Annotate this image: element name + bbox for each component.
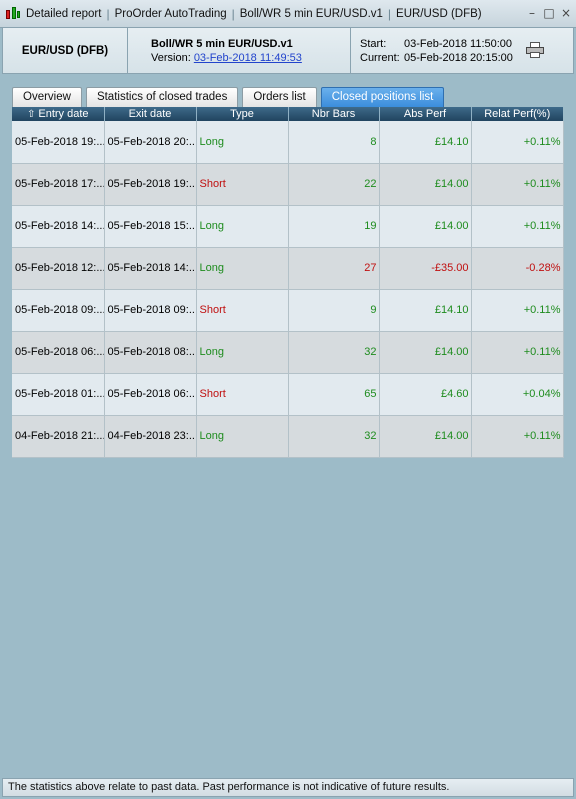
title-segment-module: ProOrder AutoTrading [114, 7, 227, 20]
abs-perf-cell: £14.00 [379, 205, 472, 248]
entry-date-cell: 05-Feb-2018 06:... [12, 331, 105, 374]
version-row: Version: 03-Feb-2018 11:49:53 [151, 51, 350, 65]
entry-date-cell: 05-Feb-2018 12:... [12, 247, 105, 290]
column-header-entry-date[interactable]: ⇧ Entry date [12, 107, 104, 121]
title-segment-strategy: Boll/WR 5 min EUR/USD.v1 [239, 7, 383, 20]
relat-perf-cell: +0.11% [471, 121, 564, 164]
table-row[interactable]: 05-Feb-2018 17:... 05-Feb-2018 19:... Sh… [12, 163, 564, 206]
abs-perf-cell: -£35.00 [379, 247, 472, 290]
relat-perf-cell: +0.11% [471, 415, 564, 458]
sort-ascending-icon: ⇧ [26, 108, 36, 120]
tab-overview[interactable]: Overview [12, 87, 82, 107]
entry-date-cell: 05-Feb-2018 17:... [12, 163, 105, 206]
closed-positions-table: ⇧ Entry date Exit date Type Nbr Bars Abs … [12, 107, 564, 458]
abs-perf-cell: £14.10 [379, 121, 472, 164]
column-header-nbr-bars[interactable]: Nbr Bars [287, 107, 379, 121]
column-header-relat-perf[interactable]: Relat Perf(%) [470, 107, 563, 121]
title-separator: | [106, 6, 110, 21]
instrument-name: EUR/USD (DFB) [3, 28, 128, 73]
abs-perf-cell: £14.00 [379, 331, 472, 374]
relat-perf-cell: +0.11% [471, 289, 564, 332]
type-cell: Long [196, 415, 289, 458]
minimize-icon[interactable]: – [526, 6, 538, 20]
printer-icon[interactable] [526, 42, 544, 58]
report-header: EUR/USD (DFB) Boll/WR 5 min EUR/USD.v1 V… [2, 28, 574, 74]
table-row[interactable]: 04-Feb-2018 21:... 04-Feb-2018 23:... Lo… [12, 415, 564, 458]
exit-date-cell: 05-Feb-2018 09:... [104, 289, 197, 332]
version-label: Version: [151, 52, 191, 64]
abs-perf-cell: £4.60 [379, 373, 472, 416]
exit-date-cell: 05-Feb-2018 20:... [104, 121, 197, 164]
abs-perf-cell: £14.10 [379, 289, 472, 332]
type-cell: Short [196, 289, 289, 332]
current-label: Current: [360, 52, 400, 64]
table-row[interactable]: 05-Feb-2018 12:... 05-Feb-2018 14:... Lo… [12, 247, 564, 290]
title-segment-report: Detailed report [26, 7, 102, 20]
candlestick-chart-icon [4, 5, 22, 23]
nbr-bars-cell: 8 [288, 121, 380, 164]
relat-perf-cell: +0.11% [471, 205, 564, 248]
strategy-name: Boll/WR 5 min EUR/USD.v1 [151, 38, 293, 50]
title-bar: Detailed report | ProOrder AutoTrading |… [0, 0, 576, 28]
abs-perf-cell: £14.00 [379, 415, 472, 458]
nbr-bars-cell: 19 [288, 205, 380, 248]
exit-date-cell: 05-Feb-2018 19:... [104, 163, 197, 206]
type-cell: Long [196, 247, 289, 290]
maximize-icon[interactable]: □ [543, 6, 555, 20]
table-row[interactable]: 05-Feb-2018 01:... 05-Feb-2018 06:... Sh… [12, 373, 564, 416]
entry-date-cell: 05-Feb-2018 09:... [12, 289, 105, 332]
type-cell: Long [196, 331, 289, 374]
abs-perf-cell: £14.00 [379, 163, 472, 206]
report-tabs: Overview Statistics of closed trades Ord… [12, 87, 448, 107]
exit-date-cell: 05-Feb-2018 08:... [104, 331, 197, 374]
title-segment-instrument: EUR/USD (DFB) [396, 7, 482, 20]
type-cell: Short [196, 373, 289, 416]
type-cell: Long [196, 121, 289, 164]
nbr-bars-cell: 32 [288, 415, 380, 458]
nbr-bars-cell: 27 [288, 247, 380, 290]
disclaimer-status-bar: The statistics above relate to past data… [2, 778, 574, 797]
table-header-row: ⇧ Entry date Exit date Type Nbr Bars Abs … [12, 107, 563, 121]
exit-date-cell: 05-Feb-2018 14:... [104, 247, 197, 290]
close-icon[interactable]: × [560, 6, 572, 20]
column-header-exit-date[interactable]: Exit date [103, 107, 196, 121]
exit-date-cell: 05-Feb-2018 15:... [104, 205, 197, 248]
table-row[interactable]: 05-Feb-2018 06:... 05-Feb-2018 08:... Lo… [12, 331, 564, 374]
entry-date-cell: 05-Feb-2018 01:... [12, 373, 105, 416]
title-separator: | [231, 6, 235, 21]
tab-statistics-closed-trades[interactable]: Statistics of closed trades [85, 87, 239, 107]
entry-date-cell: 05-Feb-2018 19:... [12, 121, 105, 164]
relat-perf-cell: +0.11% [471, 331, 564, 374]
current-value: 05-Feb-2018 20:15:00 [404, 52, 513, 64]
nbr-bars-cell: 22 [288, 163, 380, 206]
relat-perf-cell: +0.11% [471, 163, 564, 206]
column-header-abs-perf[interactable]: Abs Perf [378, 107, 471, 121]
table-row[interactable]: 05-Feb-2018 09:... 05-Feb-2018 09:... Sh… [12, 289, 564, 332]
table-row[interactable]: 05-Feb-2018 14:... 05-Feb-2018 15:... Lo… [12, 205, 564, 248]
nbr-bars-cell: 65 [288, 373, 380, 416]
nbr-bars-cell: 32 [288, 331, 380, 374]
strategy-info: Boll/WR 5 min EUR/USD.v1 Version: 03-Feb… [129, 28, 351, 73]
relat-perf-cell: +0.04% [471, 373, 564, 416]
window-controls: – □ × [526, 6, 572, 20]
relat-perf-cell: -0.28% [471, 247, 564, 290]
nbr-bars-cell: 9 [288, 289, 380, 332]
column-header-type[interactable]: Type [195, 107, 288, 121]
exit-date-cell: 04-Feb-2018 23:... [104, 415, 197, 458]
tab-orders-list[interactable]: Orders list [242, 87, 317, 107]
entry-date-cell: 05-Feb-2018 14:... [12, 205, 105, 248]
time-info: Start: 03-Feb-2018 11:50:00 Current: 05-… [352, 28, 574, 73]
exit-date-cell: 05-Feb-2018 06:... [104, 373, 197, 416]
tab-closed-positions-list[interactable]: Closed positions list [320, 87, 445, 107]
type-cell: Long [196, 205, 289, 248]
version-link[interactable]: 03-Feb-2018 11:49:53 [194, 52, 302, 64]
start-value: 03-Feb-2018 11:50:00 [404, 38, 513, 50]
entry-date-cell: 04-Feb-2018 21:... [12, 415, 105, 458]
title-separator: | [387, 6, 392, 21]
table-row[interactable]: 05-Feb-2018 19:... 05-Feb-2018 20:... Lo… [12, 121, 564, 164]
type-cell: Short [196, 163, 289, 206]
start-label: Start: [360, 38, 387, 50]
